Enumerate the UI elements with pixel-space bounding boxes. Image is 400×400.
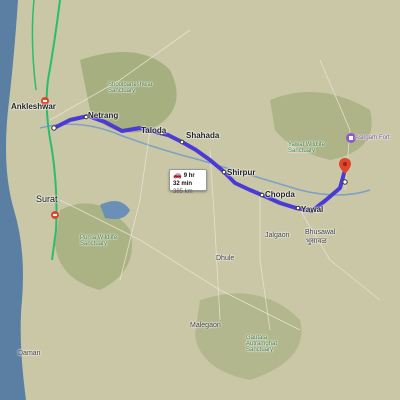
route-info-box[interactable]: 🚗 9 hr 32 min 385 km [169,169,207,195]
waypoint-dot [259,192,265,198]
label-chopda: Chopda [265,190,295,199]
label-malegaon: Malegaon [190,322,221,329]
waypoint-dot [342,179,348,185]
route-distance: 385 km [173,189,193,195]
waypoint-dot [295,205,301,211]
label-jalgaon: Jalgaon [265,232,290,239]
label-yawal-sanctuary: Yawal Wildlife Sanctuary [288,142,325,154]
label-taloda: Taloda [141,126,167,135]
label-surat: Surat [36,194,58,204]
label-shirpur: Shirpur [227,168,256,177]
label-daman: Daman [18,350,41,357]
label-ankleshwar: Ankleshwar [11,102,56,111]
label-yawal: Yawal [301,205,324,214]
label-bhusawal: Bhusawal [305,229,336,236]
reservoir [100,201,130,219]
label-dhule: Dhule [216,255,235,262]
label-shoolpaneshwar: Shoolpaneshwar Sanctuary [108,82,153,94]
car-icon: 🚗 [173,172,182,179]
highway-line [31,0,37,91]
waypoint-dot [179,139,185,145]
label-asirgarh-fort: Asirgarh Fort [355,135,390,141]
origin-marker [51,125,57,131]
label-gautala: Gautala Autramghat Sanctuary [246,335,278,353]
label-purna-sanctuary: Purna Wildlife Sanctuary [80,235,118,247]
destination-pin-icon [339,158,351,174]
waypoint-dot [221,169,227,175]
label-netrang: Netrang [88,111,119,120]
map-terrain [0,0,381,400]
sea-area [0,0,26,400]
map-view[interactable]: Ankleshwar Netrang Taloda Shahada Shirpu… [0,0,400,400]
label-shahada: Shahada [186,131,220,140]
label-bhusawal-local: भुसावळ [306,238,327,245]
